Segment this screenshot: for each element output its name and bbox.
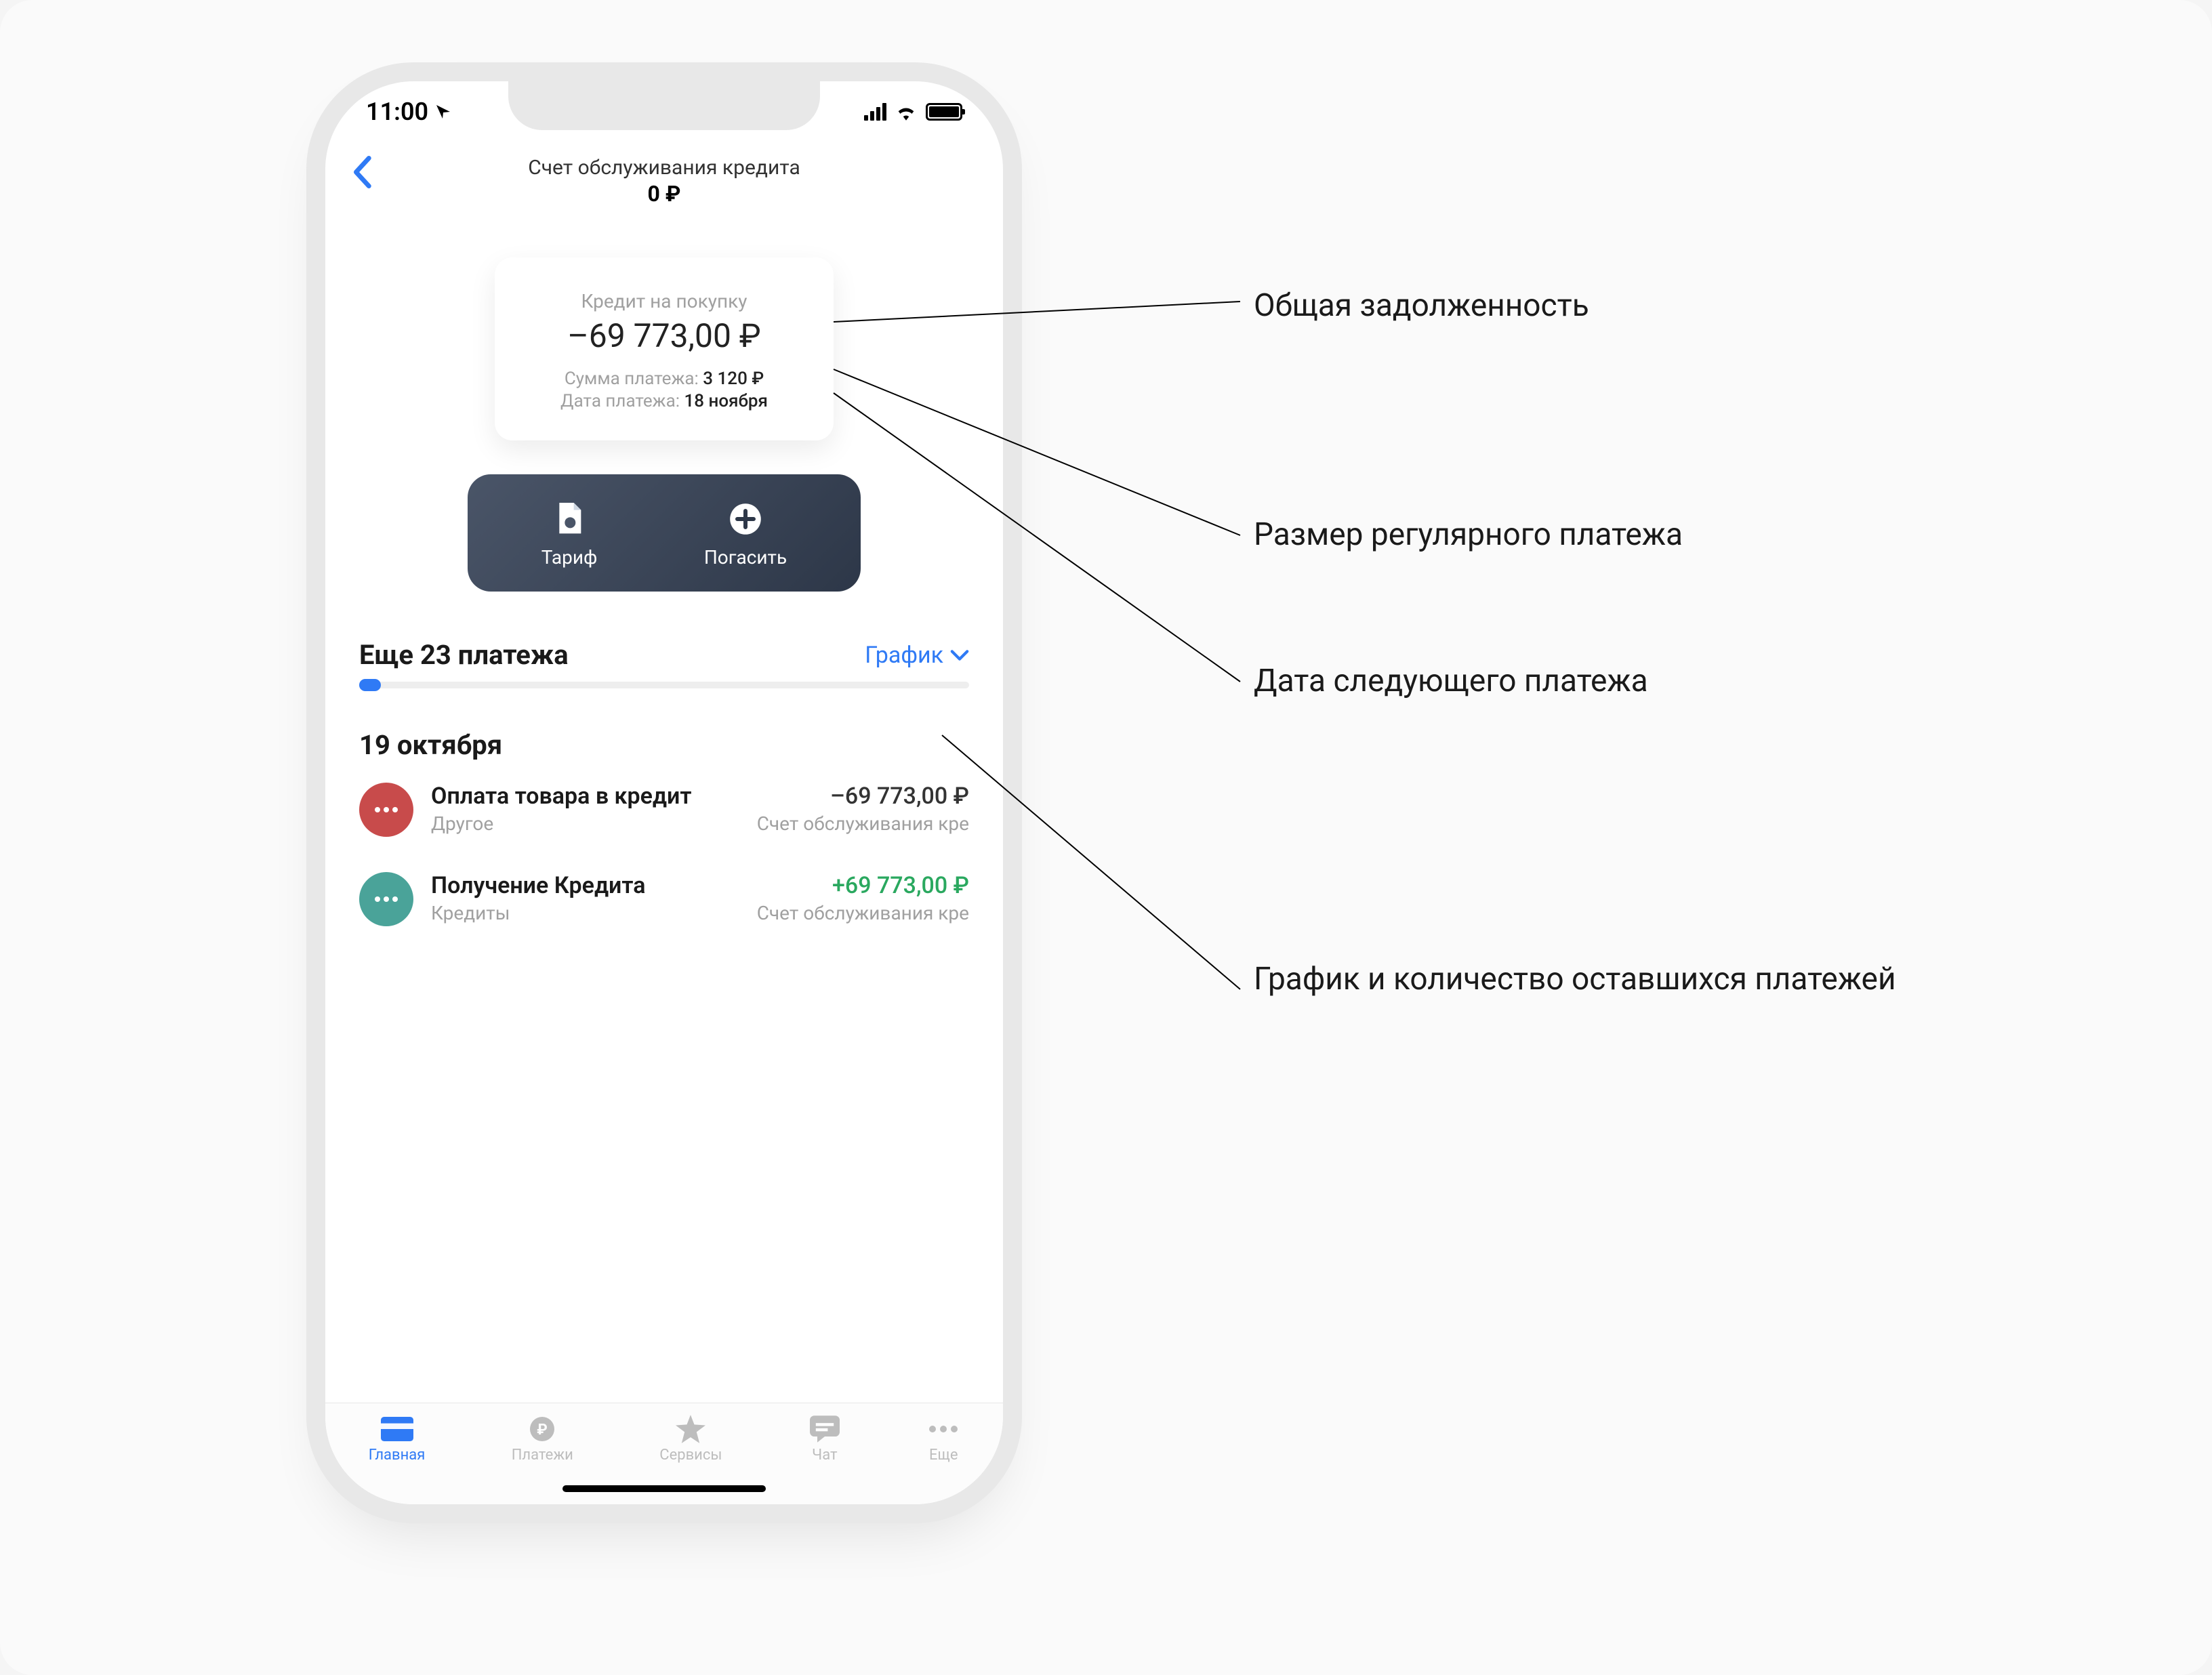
ruble-icon: ₽	[526, 1415, 558, 1443]
payment-amount-label: Сумма платежа:	[565, 369, 699, 389]
star-icon	[674, 1415, 707, 1443]
tab-services[interactable]: Сервисы	[659, 1415, 722, 1464]
category-icon	[359, 783, 413, 837]
battery-icon	[926, 103, 962, 121]
repay-label: Погасить	[704, 546, 787, 568]
annotation-payment-size: Размер регулярного платежа	[1254, 515, 1683, 556]
progress-bar	[359, 682, 969, 688]
debt-amount: –69 773,00 ₽	[515, 316, 813, 355]
schedule-link-label: График	[865, 642, 943, 669]
transaction-account: Счет обслуживания кре	[757, 902, 969, 924]
tab-label: Чат	[812, 1447, 837, 1464]
card-label: Кредит на покупку	[515, 290, 813, 312]
annotation-schedule: График и количество оставшихся платежей	[1254, 959, 1896, 1000]
page-balance: 0 ₽	[528, 181, 800, 207]
annotation-next-date: Дата следующего платежа	[1254, 661, 1648, 702]
more-icon	[927, 1415, 960, 1443]
payments-remaining: Еще 23 платежа	[359, 639, 569, 671]
payment-date-label: Дата платежа:	[560, 391, 680, 411]
tab-home[interactable]: Главная	[369, 1415, 426, 1464]
chevron-down-icon	[950, 649, 969, 661]
wifi-icon	[895, 103, 918, 121]
tab-label: Сервисы	[659, 1447, 722, 1464]
page-title: Счет обслуживания кредита	[528, 156, 800, 180]
tariff-label: Тариф	[541, 546, 598, 568]
transaction-category: Кредиты	[431, 902, 510, 924]
transaction-amount: +69 773,00 ₽	[832, 872, 969, 899]
annotation-debt: Общая задолженность	[1254, 286, 1589, 327]
document-icon	[552, 501, 587, 537]
transaction-category: Другое	[431, 812, 493, 835]
tab-label: Главная	[369, 1447, 426, 1464]
category-icon	[359, 872, 413, 926]
svg-text:₽: ₽	[537, 1422, 548, 1439]
transaction-account: Счет обслуживания кре	[757, 812, 969, 835]
tariff-button[interactable]: Тариф	[541, 501, 598, 568]
nav-header: Счет обслуживания кредита 0 ₽	[325, 149, 1003, 220]
tab-more[interactable]: Еще	[927, 1415, 960, 1464]
transaction-amount: –69 773,00 ₽	[830, 783, 969, 810]
back-button[interactable]	[352, 153, 371, 198]
date-heading: 19 октября	[359, 729, 969, 761]
tab-payments[interactable]: ₽ Платежи	[512, 1415, 573, 1464]
card-icon	[381, 1415, 413, 1443]
transaction-row[interactable]: Получение Кредита +69 773,00 ₽ Кредиты С…	[359, 872, 969, 926]
transaction-row[interactable]: Оплата товара в кредит –69 773,00 ₽ Друг…	[359, 783, 969, 837]
phone-screen: 11:00 Счет обслуживания кредита 0 ₽	[325, 81, 1003, 1504]
tab-label: Еще	[929, 1447, 958, 1464]
tab-chat[interactable]: Чат	[808, 1415, 841, 1464]
progress-indicator	[359, 679, 381, 691]
action-card: Тариф Погасить	[468, 474, 861, 592]
status-time: 11:00	[366, 98, 428, 126]
payment-date-value: 18 ноября	[684, 391, 767, 411]
chat-icon	[808, 1415, 841, 1443]
schedule-link[interactable]: График	[865, 642, 969, 669]
transaction-title: Оплата товара в кредит	[431, 783, 691, 810]
plus-circle-icon	[728, 501, 763, 537]
tab-label: Платежи	[512, 1447, 573, 1464]
phone-notch	[508, 81, 820, 130]
credit-card[interactable]: Кредит на покупку –69 773,00 ₽ Сумма пла…	[495, 257, 834, 440]
payment-amount-value: 3 120 ₽	[703, 369, 764, 389]
signal-icon	[864, 103, 886, 121]
repay-button[interactable]: Погасить	[704, 501, 787, 568]
transaction-title: Получение Кредита	[431, 872, 645, 899]
location-icon	[435, 104, 451, 120]
home-indicator[interactable]	[562, 1485, 766, 1492]
tab-bar: Главная ₽ Платежи Сервисы	[325, 1403, 1003, 1504]
